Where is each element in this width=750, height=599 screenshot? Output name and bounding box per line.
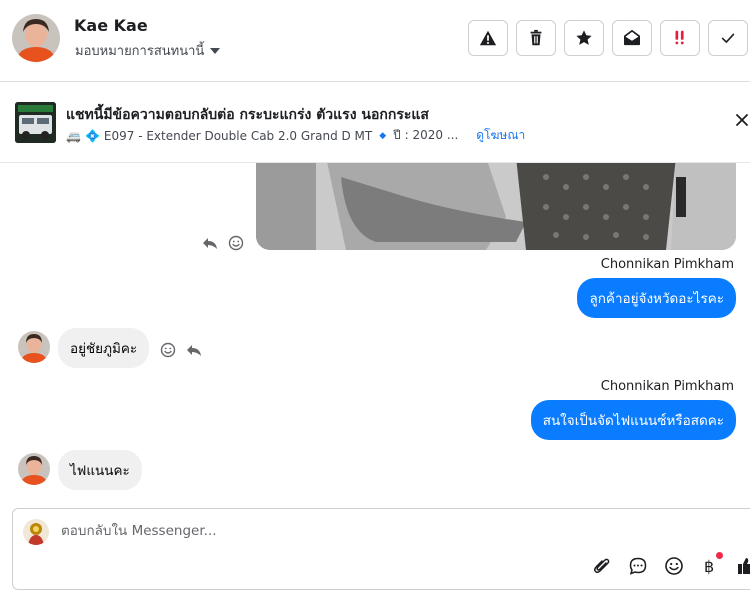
star-button[interactable] (564, 20, 604, 56)
reply-input[interactable] (61, 523, 661, 539)
emoji-button[interactable] (663, 555, 685, 577)
check-icon (721, 33, 735, 43)
diamond-icon: 💠 (84, 128, 100, 143)
conversation-header: Kae Kae มอบหมายการสนทนานี้ (0, 0, 750, 82)
mark-spam-button[interactable] (468, 20, 508, 56)
mark-unread-button[interactable] (612, 20, 652, 56)
composer-toolbar: ฿ (591, 552, 750, 577)
warning-icon (479, 30, 497, 46)
chat-bubble-icon (629, 557, 647, 575)
reply-icon[interactable] (202, 235, 218, 251)
incoming-message[interactable]: อยู่ชัยภูมิคะ (58, 328, 150, 368)
follow-up-button[interactable] (660, 20, 700, 56)
mail-open-icon (623, 29, 641, 46)
attach-button[interactable] (591, 555, 613, 577)
saved-replies-button[interactable] (627, 555, 649, 577)
react-emoji-icon[interactable] (160, 342, 176, 358)
paperclip-icon (593, 558, 610, 574)
svg-text:฿: ฿ (704, 557, 714, 576)
reply-composer: ฿ (12, 508, 750, 590)
incoming-message[interactable]: ไฟแนนคะ (58, 450, 142, 490)
close-banner-button[interactable] (734, 112, 750, 128)
ad-reply-banner: แชทนี้มีข้อความตอบกลับต่อ กระบะแกร่ง ตัว… (0, 83, 750, 163)
van-icon: 🚐 (66, 128, 81, 143)
delete-button[interactable] (516, 20, 556, 56)
react-emoji-icon[interactable] (228, 235, 244, 251)
ad-title: แชทนี้มีข้อความตอบกลับต่อ กระบะแกร่ง ตัว… (66, 107, 429, 123)
incoming-message-actions (160, 342, 202, 358)
page-avatar (23, 519, 49, 545)
view-ad-link[interactable]: ดูโฆษณา (476, 126, 525, 145)
action-toolbar (468, 20, 748, 56)
assign-conversation-dropdown[interactable]: มอบหมายการสนทนานี้ (75, 40, 221, 61)
contact-avatar[interactable] (12, 14, 60, 62)
ad-thumbnail[interactable] (15, 102, 56, 143)
baht-icon: ฿ (704, 557, 714, 576)
sender-name: Chonnikan Pimkham (600, 379, 734, 394)
contact-name: Kae Kae (74, 16, 148, 35)
message-thread[interactable]: Chonnikan Pimkham ลูกค้าอยู่จังหวัดอะไรค… (0, 163, 750, 505)
contact-avatar-small (18, 331, 50, 363)
like-button[interactable] (735, 555, 750, 577)
mark-done-button[interactable] (708, 20, 748, 56)
message-image[interactable] (256, 163, 736, 250)
notification-dot (716, 552, 723, 559)
assign-label: มอบหมายการสนทนานี้ (75, 44, 205, 59)
star-icon (576, 30, 592, 45)
contact-avatar-small (18, 453, 50, 485)
follow-up-icon (675, 30, 684, 45)
ad-year: ปี : 2020 ... (393, 128, 459, 142)
sender-name: Chonnikan Pimkham (600, 257, 734, 272)
reply-icon[interactable] (186, 342, 202, 358)
ad-subtitle: 🚐 💠 E097 - Extender Double Cab 2.0 Grand… (66, 126, 525, 145)
close-icon (736, 114, 748, 126)
bullet-diamond-icon: ◆ (379, 130, 387, 141)
outgoing-message[interactable]: สนใจเป็นจัดไฟแนนซ์หรือสดคะ (530, 400, 736, 440)
image-message-actions (202, 235, 244, 251)
ad-model: E097 - Extender Double Cab 2.0 Grand D M… (103, 128, 373, 143)
trash-icon (530, 29, 542, 46)
caret-down-icon (210, 48, 221, 54)
emoji-icon (665, 557, 683, 575)
thumbs-up-icon (738, 558, 750, 574)
payment-button[interactable]: ฿ (699, 552, 723, 577)
outgoing-message[interactable]: ลูกค้าอยู่จังหวัดอะไรคะ (577, 278, 736, 318)
